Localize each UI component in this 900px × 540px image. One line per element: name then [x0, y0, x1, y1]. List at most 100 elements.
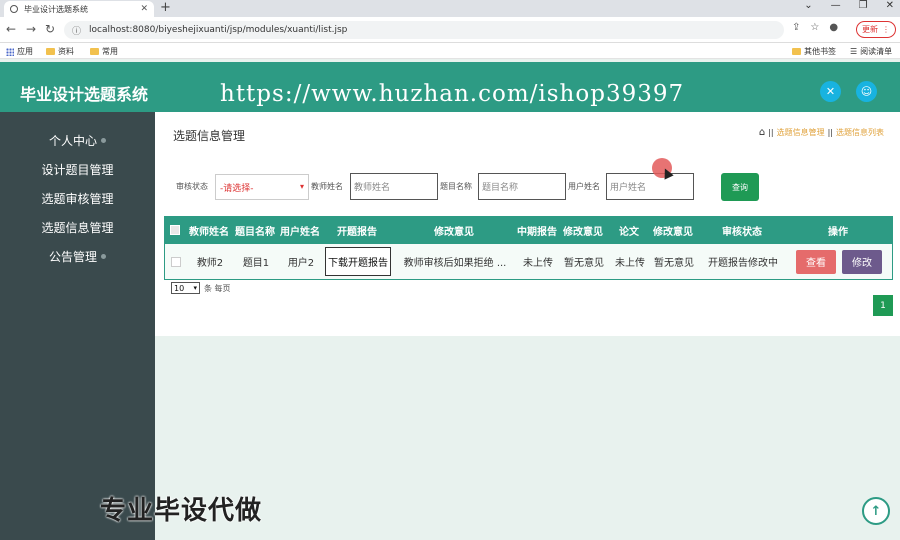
- chevron-down-icon[interactable]: ⌄: [804, 0, 812, 11]
- page-number-button[interactable]: 1: [873, 295, 893, 316]
- table-header: 教师姓名 题目名称 用户姓名 开题报告 修改意见 中期报告 修改意见 论文 修改…: [164, 216, 893, 244]
- toolbar-icons: ⇪ ☆ ●: [792, 22, 838, 33]
- bookmark-label: 常用: [102, 47, 118, 56]
- sidebar: 个人中心 设计题目管理 选题审核管理 选题信息管理 公告管理: [0, 112, 155, 540]
- dot-icon: [101, 138, 106, 143]
- page-size-control: 10 ▾ 条 每页: [171, 282, 231, 294]
- reading-list-icon: ☰: [850, 47, 858, 56]
- column-header[interactable]: 修改意见: [650, 216, 696, 244]
- more-menu-icon: ⋮: [882, 25, 890, 34]
- share-icon[interactable]: ⇪: [792, 22, 800, 33]
- user-cell: 用户2: [287, 258, 315, 269]
- topic-name-input[interactable]: 题目名称: [478, 173, 566, 200]
- table-row: 教师2 题目1 用户2 下载开题报告 教师审核后如果拒绝 ... 未上传 暂无意…: [164, 244, 893, 280]
- column-header[interactable]: 教师姓名: [186, 216, 232, 244]
- column-header[interactable]: 修改意见: [560, 216, 606, 244]
- thesis-cell: 未上传: [615, 258, 645, 269]
- bookmark-resources[interactable]: 资料: [46, 46, 74, 57]
- watermark-url: https://www.huzhan.com/ishop39397: [220, 81, 685, 107]
- sidebar-item-announcements[interactable]: 公告管理: [0, 248, 155, 265]
- profile-icon[interactable]: ●: [829, 22, 838, 33]
- folder-icon: [90, 48, 99, 55]
- column-header[interactable]: 论文: [608, 216, 650, 244]
- user-name-input[interactable]: 用户姓名: [606, 173, 694, 200]
- chevron-down-icon: ▾: [299, 182, 304, 191]
- site-favicon-icon: [10, 5, 18, 13]
- dot-icon: [101, 254, 106, 259]
- column-header[interactable]: 开题报告: [324, 216, 390, 244]
- promo-watermark: 专业毕设代做: [100, 496, 263, 526]
- url-text: localhost:8080/biyeshejixuanti/jsp/modul…: [89, 25, 348, 35]
- column-header[interactable]: 中期报告: [514, 216, 560, 244]
- new-tab-button[interactable]: +: [160, 0, 171, 15]
- window-controls: ⌄ — ❐ ✕: [804, 0, 894, 11]
- bookmarks-bar: 应用 资料 常用 其他书签 ☰ 阅读清单: [0, 43, 900, 59]
- chevron-down-icon: ▾: [193, 284, 197, 292]
- browser-tab-bar: 毕业设计选题系统 ✕ + ⌄ — ❐ ✕: [0, 0, 900, 17]
- home-icon[interactable]: ⌂: [759, 127, 765, 138]
- breadcrumb-item[interactable]: 选题信息管理: [777, 127, 825, 138]
- main-content: 选题信息管理 ⌂ || 选题信息管理 || 选题信息列表 审核状态 -请选择- …: [155, 112, 900, 336]
- sidebar-item-review-management[interactable]: 选题审核管理: [0, 190, 155, 207]
- reload-icon[interactable]: ↻: [45, 22, 55, 36]
- sidebar-item-selection-info[interactable]: 选题信息管理: [0, 219, 155, 236]
- page-size-value: 10: [174, 283, 185, 293]
- star-icon[interactable]: ☆: [810, 22, 819, 33]
- view-button[interactable]: 查看: [796, 249, 836, 274]
- folder-icon: [46, 48, 55, 55]
- row-select-cell: [165, 244, 187, 279]
- back-icon[interactable]: ←: [6, 22, 16, 36]
- info-icon[interactable]: ⓘ: [72, 24, 81, 37]
- opinion-cell: 暂无意见: [654, 258, 694, 269]
- reading-list[interactable]: ☰ 阅读清单: [850, 46, 892, 57]
- sidebar-item-personal-center[interactable]: 个人中心: [0, 132, 155, 149]
- midterm-cell: 未上传: [523, 258, 553, 269]
- breadcrumb: ⌂ || 选题信息管理 || 选题信息列表: [759, 127, 884, 138]
- bookmark-apps[interactable]: 应用: [6, 46, 33, 57]
- column-header[interactable]: 题目名称: [232, 216, 278, 244]
- select-all-cell: [164, 216, 186, 244]
- proposal-cell: 下载开题报告: [325, 244, 391, 279]
- bookmark-label: 阅读清单: [860, 47, 893, 56]
- column-header: 操作: [828, 226, 848, 238]
- breadcrumb-separator: ||: [827, 128, 833, 137]
- topic-table: 教师姓名 题目名称 用户姓名 开题报告 修改意见 中期报告 修改意见 论文 修改…: [164, 216, 893, 280]
- search-button[interactable]: 查询: [721, 173, 759, 201]
- close-tab-icon[interactable]: ✕: [140, 4, 148, 14]
- per-page-label: 条 每页: [204, 283, 231, 293]
- column-header[interactable]: 审核状态: [700, 216, 784, 244]
- user-icon[interactable]: ☺: [856, 81, 877, 102]
- breadcrumb-item: 选题信息列表: [836, 128, 884, 137]
- forward-icon[interactable]: →: [26, 22, 36, 36]
- app-title: 毕业设计选题系统: [20, 85, 149, 104]
- download-proposal-button[interactable]: 下载开题报告: [325, 247, 391, 276]
- fullscreen-icon[interactable]: ✕: [820, 81, 841, 102]
- scroll-top-icon[interactable]: ↑: [862, 497, 890, 525]
- edit-button[interactable]: 修改: [842, 249, 882, 274]
- sidebar-item-label: 选题审核管理: [41, 192, 114, 206]
- sidebar-item-label: 公告管理: [48, 250, 97, 264]
- column-header[interactable]: 修改意见: [396, 216, 512, 244]
- browser-tab[interactable]: 毕业设计选题系统 ✕: [4, 1, 154, 17]
- sidebar-item-label: 选题信息管理: [41, 221, 114, 235]
- folder-icon: [792, 48, 801, 55]
- bookmark-other[interactable]: 其他书签: [792, 46, 836, 57]
- page-size-select[interactable]: 10 ▾: [171, 282, 200, 294]
- close-window-icon[interactable]: ✕: [886, 0, 894, 11]
- minimize-icon[interactable]: —: [831, 0, 841, 11]
- sidebar-item-topic-management[interactable]: 设计题目管理: [0, 161, 155, 178]
- update-button[interactable]: 更新 ⋮: [856, 21, 896, 38]
- status-select[interactable]: -请选择- ▾: [215, 174, 309, 200]
- select-all-checkbox[interactable]: [170, 225, 180, 235]
- status-filter-label: 审核状态: [176, 182, 208, 191]
- topic-filter-label: 题目名称: [440, 182, 472, 191]
- bookmark-common[interactable]: 常用: [90, 46, 118, 57]
- teacher-name-input[interactable]: 教师姓名: [350, 173, 438, 200]
- restore-icon[interactable]: ❐: [859, 0, 868, 11]
- address-bar[interactable]: ⓘ localhost:8080/biyeshejixuanti/jsp/mod…: [64, 21, 784, 39]
- column-header[interactable]: 用户姓名: [278, 216, 322, 244]
- breadcrumb-separator: ||: [768, 128, 774, 137]
- row-checkbox[interactable]: [171, 256, 181, 267]
- bookmark-label: 应用: [17, 47, 33, 56]
- status-select-value: -请选择-: [220, 183, 254, 194]
